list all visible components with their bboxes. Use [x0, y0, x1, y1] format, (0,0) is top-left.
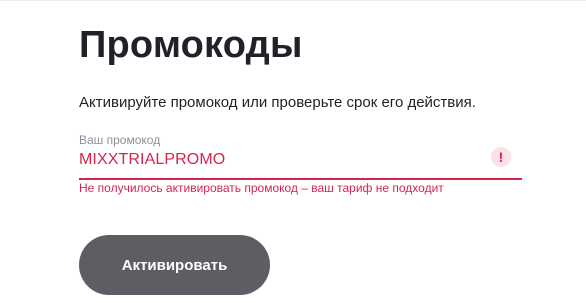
promo-code-label: Ваш промокод [79, 133, 161, 147]
promo-code-error-message: Не получилось активировать промокод – ва… [79, 181, 444, 195]
activate-button[interactable]: Активировать [79, 235, 270, 295]
exclamation-circle-icon: ! [491, 147, 511, 167]
promo-code-underline [79, 178, 522, 180]
page-title: Промокоды [79, 24, 303, 66]
page-subtitle: Активируйте промокод или проверьте срок … [79, 94, 476, 111]
top-divider [0, 0, 586, 1]
promo-code-field: Ваш промокод ! [79, 132, 522, 182]
promo-code-input[interactable] [79, 149, 479, 171]
